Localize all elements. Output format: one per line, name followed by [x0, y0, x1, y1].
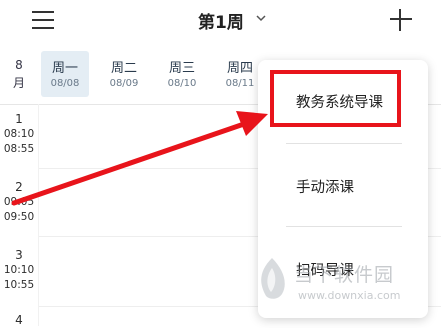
day-name: 周四 [226, 61, 253, 76]
site-watermark: 当下软件园 www.downxia.com [252, 256, 432, 316]
period-1: 1 08:10 08:55 [0, 111, 38, 157]
week-selector-title[interactable]: 第1周 [198, 8, 244, 33]
day-date: 08/09 [109, 78, 139, 89]
menu-divider [286, 143, 402, 144]
day-date: 08/08 [50, 78, 80, 89]
day-name: 周一 [51, 61, 78, 76]
month-label: 8 月 [0, 56, 38, 92]
watermark-logo-icon [261, 258, 285, 299]
hamburger-menu-icon[interactable] [32, 9, 56, 31]
day-header-thu[interactable]: 周四 08/11 [216, 51, 264, 97]
day-header-mon[interactable]: 周一 08/08 [41, 51, 89, 97]
day-header-wed[interactable]: 周三 08/10 [158, 51, 206, 97]
chevron-down-icon[interactable] [255, 13, 267, 23]
watermark-url: www.downxia.com [298, 289, 401, 302]
period-start-time: 09:05 [3, 196, 35, 208]
plus-icon[interactable] [389, 8, 413, 32]
day-date: 08/11 [225, 78, 255, 89]
watermark-name: 当下软件园 [294, 264, 395, 286]
period-number: 1 [15, 112, 23, 126]
period-number: 3 [15, 248, 23, 262]
day-name: 周三 [168, 61, 195, 76]
period-2: 2 09:05 09:50 [0, 179, 38, 225]
highlight-annotation-box [270, 70, 401, 127]
day-name: 周二 [110, 61, 137, 76]
period-start-time: 08:10 [3, 128, 35, 140]
grid-col-divider [38, 104, 39, 326]
period-number: 2 [15, 180, 23, 194]
period-end-time: 09:50 [3, 211, 35, 223]
menu-divider [286, 226, 402, 227]
period-start-time: 10:10 [3, 264, 35, 276]
period-3: 3 10:10 10:55 [0, 247, 38, 293]
period-end-time: 08:55 [3, 143, 35, 155]
day-header-tue[interactable]: 周二 08/09 [100, 51, 148, 97]
month-unit: 月 [12, 76, 25, 90]
month-number: 8 [15, 58, 23, 72]
period-end-time: 10:55 [3, 279, 35, 291]
day-date: 08/10 [167, 78, 197, 89]
top-bar: 第1周 [0, 0, 441, 44]
menu-item-add-manually[interactable]: 手动添课 [258, 163, 428, 213]
